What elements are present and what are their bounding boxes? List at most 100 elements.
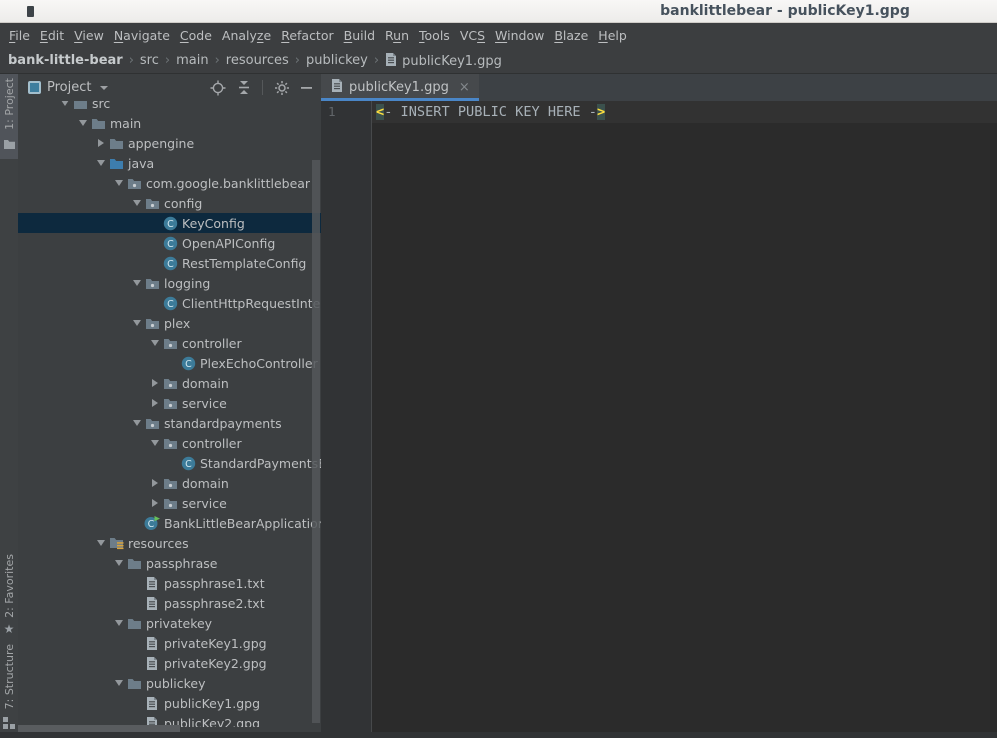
tree-row[interactable]: standardpayments bbox=[18, 413, 321, 433]
tree-row[interactable]: main bbox=[18, 113, 321, 133]
tree-row[interactable]: resources bbox=[18, 533, 321, 553]
tree-row[interactable]: publicKey1.gpg bbox=[18, 693, 321, 713]
menu-navigate[interactable]: Navigate bbox=[109, 28, 175, 43]
tree-row[interactable]: appengine bbox=[18, 133, 321, 153]
tree-indent bbox=[18, 183, 112, 184]
window-menu-icon[interactable] bbox=[27, 6, 34, 17]
editor-line-1[interactable]: <- INSERT PUBLIC KEY HERE -> bbox=[372, 101, 997, 123]
expand-arrow-icon[interactable] bbox=[94, 139, 108, 147]
breadcrumb-item[interactable]: publickey bbox=[306, 53, 368, 68]
project-panel: Project srcmainappenginejavacom.goog bbox=[18, 74, 321, 738]
tree-row[interactable]: java bbox=[18, 153, 321, 173]
tool-button-favorites[interactable]: 2: Favorites★ bbox=[0, 550, 18, 640]
collapse-arrow-icon[interactable] bbox=[130, 320, 144, 326]
breadcrumb-item[interactable]: publicKey1.gpg bbox=[385, 52, 502, 69]
menu-run[interactable]: Run bbox=[380, 28, 414, 43]
tree-row[interactable]: com.google.banklittlebear bbox=[18, 173, 321, 193]
editor-tab[interactable]: publicKey1.gpg × bbox=[321, 74, 479, 101]
tree-horizontal-scrollbar[interactable] bbox=[18, 725, 180, 732]
tree-item-label: domain bbox=[182, 476, 229, 491]
collapse-arrow-icon[interactable] bbox=[130, 420, 144, 426]
tool-button-project[interactable]: 1: Project bbox=[0, 74, 18, 159]
tree-row[interactable]: privateKey1.gpg bbox=[18, 633, 321, 653]
menu-blaze[interactable]: Blaze bbox=[549, 28, 593, 43]
tree-row[interactable]: CBankLittleBearApplication bbox=[18, 513, 321, 533]
settings-icon[interactable] bbox=[274, 80, 290, 96]
breadcrumb-item[interactable]: src bbox=[140, 53, 159, 68]
tree-indent bbox=[18, 463, 166, 464]
menu-edit[interactable]: Edit bbox=[35, 28, 69, 43]
tree-indent bbox=[18, 583, 130, 584]
menu-window[interactable]: Window bbox=[490, 28, 549, 43]
tree-item-label: BankLittleBearApplication bbox=[164, 516, 321, 531]
collapse-arrow-icon[interactable] bbox=[130, 200, 144, 206]
breadcrumb-separator: › bbox=[123, 53, 140, 68]
close-icon[interactable]: × bbox=[459, 80, 470, 95]
tree-row[interactable]: logging bbox=[18, 273, 321, 293]
collapse-arrow-icon[interactable] bbox=[94, 540, 108, 546]
project-panel-toolbar bbox=[210, 80, 313, 96]
hide-icon[interactable] bbox=[301, 86, 313, 90]
breadcrumb-item[interactable]: bank-little-bear bbox=[8, 53, 123, 68]
tree-row[interactable]: controller bbox=[18, 433, 321, 453]
expand-arrow-icon[interactable] bbox=[148, 479, 162, 487]
tree-row[interactable]: privatekey bbox=[18, 613, 321, 633]
tree-row[interactable]: CStandardPaymentsEch bbox=[18, 453, 321, 473]
menu-vcs[interactable]: VCS bbox=[455, 28, 490, 43]
tree-row[interactable]: config bbox=[18, 193, 321, 213]
menu-help[interactable]: Help bbox=[593, 28, 632, 43]
menu-code[interactable]: Code bbox=[175, 28, 217, 43]
project-view-selector[interactable]: Project bbox=[28, 80, 210, 95]
collapse-arrow-icon[interactable] bbox=[112, 680, 126, 686]
package-icon bbox=[162, 497, 178, 510]
expand-arrow-icon[interactable] bbox=[148, 399, 162, 407]
tree-row[interactable]: CPlexEchoController bbox=[18, 353, 321, 373]
tree-item-label: OpenAPIConfig bbox=[182, 236, 275, 251]
expand-arrow-icon[interactable] bbox=[148, 499, 162, 507]
collapse-arrow-icon[interactable] bbox=[148, 440, 162, 446]
breadcrumb-item[interactable]: main bbox=[176, 53, 208, 68]
menu-refactor[interactable]: Refactor bbox=[276, 28, 338, 43]
tree-row[interactable]: CKeyConfig bbox=[18, 213, 321, 233]
tree-item-label: resources bbox=[128, 536, 189, 551]
collapse-arrow-icon[interactable] bbox=[112, 180, 126, 186]
line-number: 1 bbox=[321, 101, 371, 123]
tree-vertical-scrollbar[interactable] bbox=[312, 160, 320, 723]
menu-analyze[interactable]: Analyze bbox=[217, 28, 276, 43]
file-icon bbox=[144, 656, 160, 671]
collapse-all-icon[interactable] bbox=[237, 80, 251, 95]
collapse-arrow-icon[interactable] bbox=[94, 160, 108, 166]
menu-tools[interactable]: Tools bbox=[414, 28, 455, 43]
tree-row[interactable]: domain bbox=[18, 373, 321, 393]
collapse-arrow-icon[interactable] bbox=[76, 120, 90, 126]
expand-arrow-icon[interactable] bbox=[148, 379, 162, 387]
tree-row[interactable]: CClientHttpRequestIntercep bbox=[18, 293, 321, 313]
tree-row[interactable]: service bbox=[18, 493, 321, 513]
tree-row[interactable]: passphrase2.txt bbox=[18, 593, 321, 613]
tree-row[interactable]: domain bbox=[18, 473, 321, 493]
collapse-arrow-icon[interactable] bbox=[112, 560, 126, 566]
tool-button-label: 2: Favorites bbox=[3, 554, 16, 618]
menu-view[interactable]: View bbox=[69, 28, 109, 43]
tree-row[interactable]: COpenAPIConfig bbox=[18, 233, 321, 253]
tree-row[interactable]: privateKey2.gpg bbox=[18, 653, 321, 673]
tree-row[interactable]: publickey bbox=[18, 673, 321, 693]
tree-row[interactable]: controller bbox=[18, 333, 321, 353]
collapse-arrow-icon[interactable] bbox=[58, 101, 72, 106]
breadcrumb-item[interactable]: resources bbox=[226, 53, 289, 68]
locate-icon[interactable] bbox=[210, 80, 226, 96]
tree-indent bbox=[18, 683, 112, 684]
menu-build[interactable]: Build bbox=[339, 28, 380, 43]
collapse-arrow-icon[interactable] bbox=[112, 620, 126, 626]
tree-row[interactable]: passphrase bbox=[18, 553, 321, 573]
tree-row[interactable]: plex bbox=[18, 313, 321, 333]
tree-row[interactable]: service bbox=[18, 393, 321, 413]
collapse-arrow-icon[interactable] bbox=[130, 280, 144, 286]
tree-row[interactable]: src bbox=[18, 101, 321, 113]
tool-button-structure[interactable]: 7: Structure bbox=[0, 640, 18, 738]
menu-file[interactable]: File bbox=[4, 28, 35, 43]
tree-indent bbox=[18, 243, 148, 244]
tree-row[interactable]: CRestTemplateConfig bbox=[18, 253, 321, 273]
tree-row[interactable]: passphrase1.txt bbox=[18, 573, 321, 593]
collapse-arrow-icon[interactable] bbox=[148, 340, 162, 346]
